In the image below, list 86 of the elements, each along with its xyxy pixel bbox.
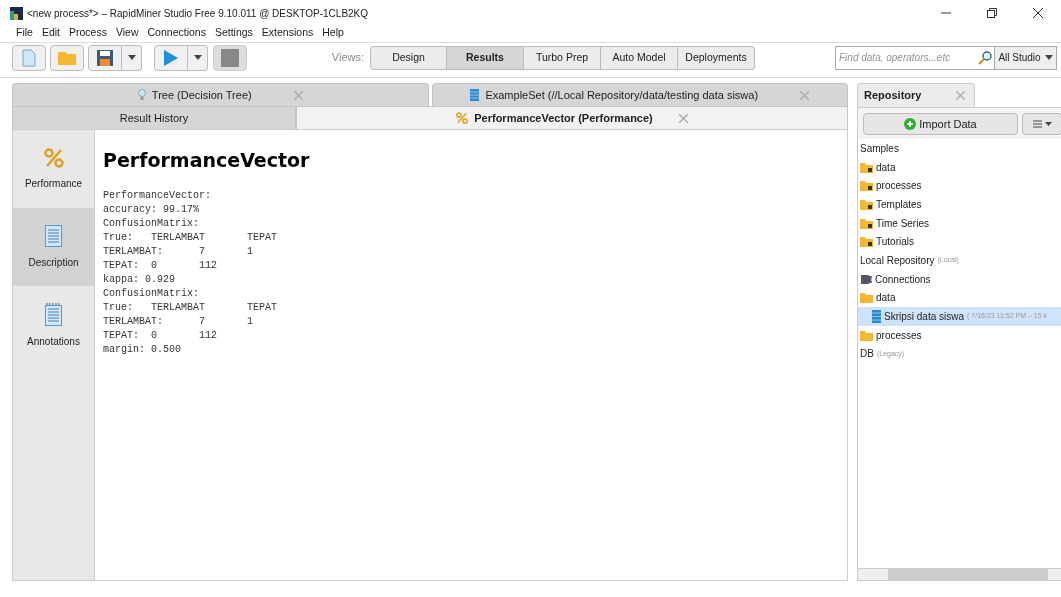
folder-icon [57,49,77,66]
import-data-button[interactable]: Import Data [863,113,1018,135]
notepad-icon [45,301,62,326]
output-line: ConfusionMatrix: [103,216,200,231]
tree-item[interactable]: Templates [858,195,1061,214]
menu-item[interactable]: Process [69,25,107,41]
side-nav-item[interactable]: Description [13,208,94,286]
tree-item[interactable]: Samples [858,139,1061,158]
output-line: TEPAT: 0 112 [103,258,219,273]
view-tab[interactable]: Auto Model [601,45,678,70]
scope-dropdown[interactable]: All Studio [995,45,1057,70]
close-icon[interactable] [678,113,688,123]
tree-item[interactable]: processes [858,176,1061,196]
view-tab[interactable]: Results [447,45,524,70]
output-line: ConfusionMatrix: [103,286,200,301]
view-tab[interactable]: Deployments [678,45,755,70]
result-heading: PerformanceVector [103,148,311,173]
search-icon[interactable] [978,50,992,65]
run-dropdown-button[interactable] [188,44,208,71]
tree-item[interactable]: Time Series [858,213,1061,233]
menu-button[interactable] [1022,113,1061,135]
app-logo-icon [10,6,23,20]
caret-icon [193,55,202,60]
menu-item[interactable]: File [16,25,33,41]
document-icon [45,224,62,247]
tree-item[interactable]: processes [858,325,1061,345]
folder-icon [860,292,873,304]
views-label: Views: [331,50,364,66]
menu-item[interactable]: Extensions [261,25,314,41]
search-field[interactable]: Find data, operators...etc [835,45,995,70]
play-icon [163,48,179,67]
window-title: <new process*> – RapidMiner Studio Free 9.10.011 @ DESKTOP-1CLB2KQ [27,6,369,21]
folder-icon [860,329,873,341]
output-line: TERLAMBAT: 7 1 [103,314,255,329]
output-line: PerformanceVector: [103,188,213,203]
tree-item[interactable]: data [858,288,1061,308]
tree-item[interactable]: data [858,157,1061,177]
caret-icon [127,55,136,60]
table-icon [872,310,881,324]
output-line: margin: 0.500 [103,342,182,357]
menu-item[interactable]: Help [322,25,344,41]
table-icon [470,89,480,101]
view-tab[interactable]: Turbo Prep [524,45,601,70]
menu-item[interactable]: Settings [214,25,253,41]
horizontal-scrollbar[interactable] [858,568,1061,580]
result-tab[interactable]: Result History [12,106,296,129]
percent-icon [456,112,469,124]
locked-folder-icon [860,180,873,192]
menu-item[interactable]: View [115,25,139,41]
caret-icon [1044,122,1052,126]
lightbulb-icon [137,89,146,101]
locked-folder-icon [860,161,873,173]
document-icon [22,48,36,67]
new-file-button[interactable] [12,44,46,71]
stop-button[interactable] [213,44,247,71]
tree-item[interactable]: Connections [858,269,1061,289]
menu-icon [1032,120,1042,128]
locked-folder-icon [860,217,873,229]
side-nav-item[interactable]: Performance [13,130,94,208]
tree-item[interactable]: Tutorials [858,232,1061,252]
repository-tab[interactable]: Repository [857,83,975,107]
close-icon[interactable] [956,91,966,100]
view-tab[interactable]: Design [370,45,447,70]
close-icon[interactable] [293,90,303,100]
save-button[interactable] [88,44,122,71]
result-tab[interactable]: PerformanceVector (Performance) [296,106,848,129]
plug-icon [860,273,872,285]
side-nav-item[interactable]: Annotations [13,286,94,364]
plus-circle-icon [904,118,917,130]
locked-folder-icon [860,236,873,248]
output-line: accuracy: 99.17% [103,202,200,217]
save-dropdown-button[interactable] [122,44,142,71]
percent-icon [43,147,64,168]
output-line: True: TERLAMBAT TEPAT [103,300,279,315]
locked-folder-icon [860,198,873,210]
output-line: kappa: 0.929 [103,272,176,287]
stop-icon [221,48,239,67]
output-line: TEPAT: 0 112 [103,328,219,343]
result-tab[interactable]: ExampleSet (//Local Repository/data/testing data siswa) [431,83,848,106]
caret-icon [1044,55,1053,60]
output-line: True: TERLAMBAT TEPAT [103,230,279,245]
menu-item[interactable]: Edit [41,25,60,41]
output-line: TERLAMBAT: 7 1 [103,244,255,259]
result-tab[interactable]: Tree (Decision Tree) [12,83,429,106]
close-icon[interactable] [800,90,810,100]
menu-item[interactable]: Connections [147,25,206,41]
